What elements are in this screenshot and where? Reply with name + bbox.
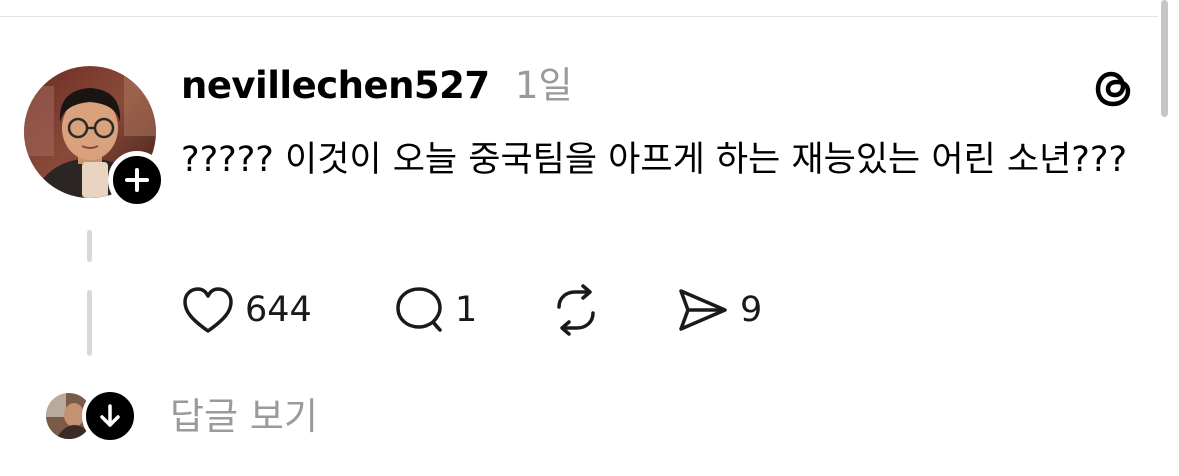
- top-divider: [0, 16, 1158, 17]
- follow-button[interactable]: [108, 151, 166, 209]
- expand-replies-button[interactable]: [82, 388, 138, 444]
- username[interactable]: nevillechen527: [181, 62, 490, 110]
- thread-line: [87, 290, 92, 356]
- send-icon: [679, 289, 727, 331]
- arrow-down-icon: [100, 404, 120, 427]
- reply-count: 1: [455, 290, 478, 330]
- thread-line: [87, 230, 92, 262]
- heart-icon: [183, 287, 233, 333]
- like-button[interactable]: 644: [181, 283, 312, 337]
- speech-bubble-icon: [396, 287, 442, 332]
- plus-icon: [125, 168, 149, 192]
- timestamp: 1일: [515, 64, 573, 107]
- repost-button[interactable]: [549, 283, 603, 337]
- view-replies-link[interactable]: 답글 보기: [170, 389, 318, 445]
- threads-logo-icon[interactable]: [1090, 64, 1138, 112]
- share-count: 9: [740, 290, 763, 330]
- share-button[interactable]: 9: [676, 283, 762, 337]
- like-count: 644: [245, 290, 312, 330]
- post-text: ????? 이것이 오늘 중국팀을 아프게 하는 재능있는 어린 소년???: [181, 140, 1128, 180]
- repost-icon: [557, 284, 595, 336]
- reply-button[interactable]: 1: [393, 283, 477, 337]
- scrollbar[interactable]: [1161, 0, 1168, 117]
